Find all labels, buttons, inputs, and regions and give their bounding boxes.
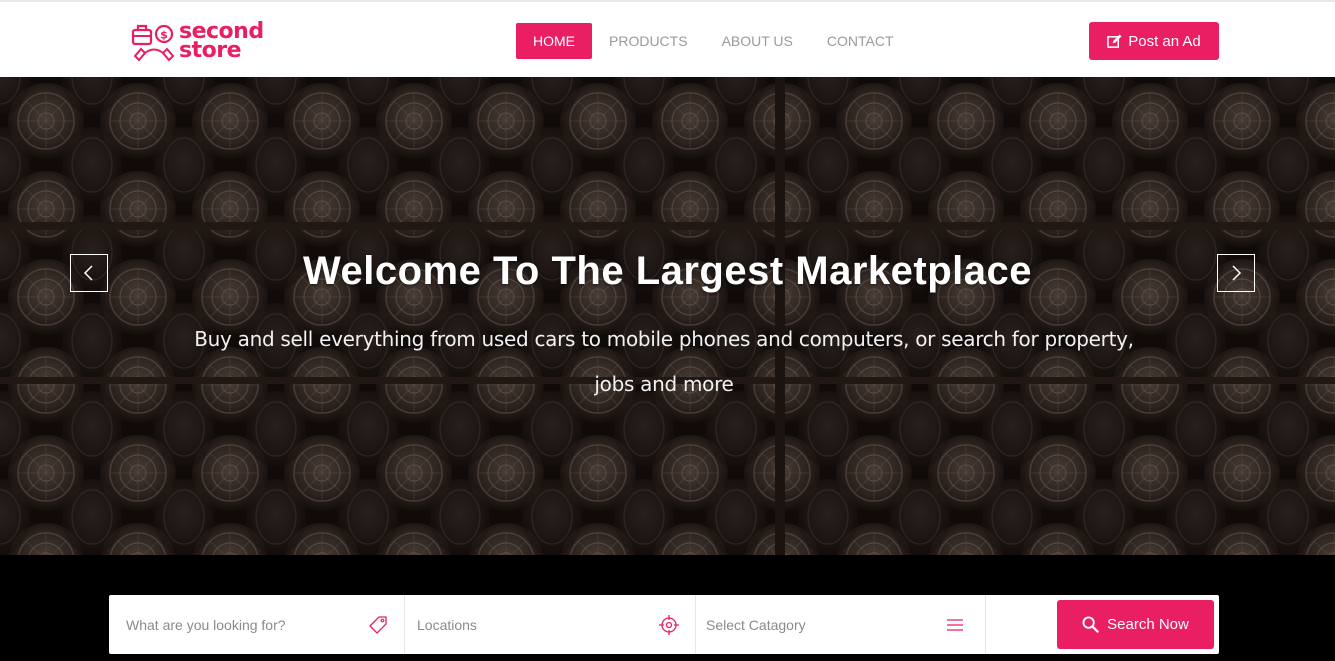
keyword-input[interactable] [124, 615, 348, 634]
search-bar: Select Catagory Search Now [109, 595, 1219, 654]
nav-about-us[interactable]: ABOUT US [705, 23, 810, 59]
logo-icon: $ [131, 24, 175, 62]
svg-text:$: $ [160, 29, 168, 42]
nav-products[interactable]: PRODUCTS [592, 23, 705, 59]
brand-name: second store [179, 21, 264, 62]
menu-icon [947, 619, 963, 631]
tag-icon [369, 616, 387, 634]
category-select[interactable]: Select Catagory [696, 595, 986, 654]
post-ad-button[interactable]: Post an Ad [1089, 22, 1219, 60]
search-now-label: Search Now [1107, 616, 1189, 633]
post-ad-label: Post an Ad [1128, 32, 1201, 50]
search-now-button[interactable]: Search Now [1057, 600, 1214, 649]
site-header: $ second store HOME PRODUCTS ABOUT US CO… [0, 0, 1335, 77]
hero-title: Welcome To The Largest Marketplace [302, 249, 1033, 293]
crosshair-icon [659, 615, 679, 635]
location-input[interactable] [415, 615, 639, 634]
search-icon [1082, 616, 1099, 633]
category-select-value: Select Catagory [706, 616, 806, 633]
hero-background-image [0, 77, 1335, 555]
main-nav: HOME PRODUCTS ABOUT US CONTACT [516, 23, 911, 59]
hero-subtitle: Buy and sell everything from used cars t… [194, 327, 1134, 396]
hero-slider: Welcome To The Largest Marketplace Buy a… [0, 77, 1335, 555]
edit-icon [1107, 33, 1122, 48]
keyword-field [109, 595, 405, 654]
nav-contact[interactable]: CONTACT [810, 23, 911, 59]
location-field [405, 595, 696, 654]
brand-logo[interactable]: $ second store [131, 20, 264, 62]
nav-home[interactable]: HOME [516, 23, 592, 59]
